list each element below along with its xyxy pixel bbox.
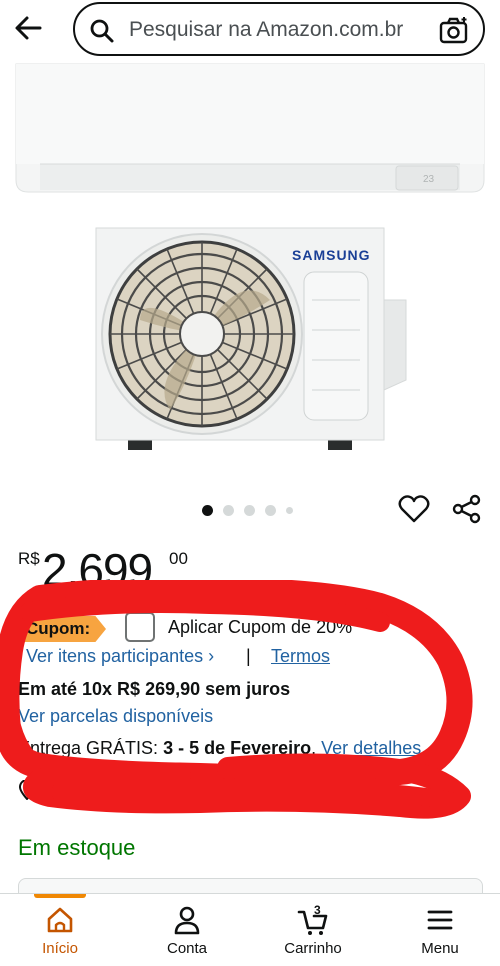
top-header: Pesquisar na Amazon.com.br: [0, 0, 500, 60]
carousel-dot[interactable]: [286, 506, 293, 514]
terms-link[interactable]: Termos: [271, 646, 330, 667]
nav-home[interactable]: Início: [10, 894, 110, 966]
person-icon: [174, 906, 200, 935]
brand-logo: SAMSUNG: [292, 247, 371, 263]
product-image[interactable]: 23 SAMSUNG: [0, 60, 500, 490]
outdoor-unit: SAMSUNG: [95, 227, 407, 450]
price-currency: R$: [18, 549, 40, 568]
search-icon: [90, 19, 114, 43]
carousel-dot[interactable]: [223, 504, 234, 516]
carousel-dot[interactable]: [202, 504, 213, 516]
cart-count-badge: 3: [314, 904, 321, 917]
delivery-location-text: Enviar para ... Rio de Janeiro: [46, 780, 280, 800]
installments-text: Em até 10x R$ 269,90 sem juros: [18, 679, 291, 699]
image-carousel-indicator: [202, 503, 293, 517]
nav-home-label: Início: [42, 940, 78, 957]
nav-menu-label: Menu: [421, 940, 459, 957]
home-icon: [47, 907, 73, 933]
location-pin-icon: [18, 780, 36, 800]
links-separator: |: [246, 646, 251, 666]
delivery-location[interactable]: Enviar para ... Rio de Janeiro: [18, 778, 498, 804]
indoor-display: 23: [423, 174, 435, 185]
coupon-row: Cupom: Aplicar Cupom de 20%: [18, 612, 488, 642]
price-whole: 2.699: [42, 544, 153, 596]
see-installments-link[interactable]: Ver parcelas disponíveis: [18, 706, 213, 727]
search-placeholder: Pesquisar na Amazon.com.br: [129, 18, 404, 41]
price-fraction: 00: [169, 549, 188, 568]
nav-menu[interactable]: Menu: [390, 894, 490, 966]
hamburger-icon: [427, 910, 453, 930]
bottom-navigation: Início Conta 3 Carrinho Menu: [0, 893, 500, 966]
apply-coupon-label[interactable]: Aplicar Cupom de 20%: [168, 617, 352, 638]
carousel-dot[interactable]: [244, 504, 255, 516]
delivery-info: Entrega GRÁTIS: 3 - 5 de Fevereiro. Ver …: [18, 738, 500, 762]
delivery-details-link[interactable]: Ver detalhes: [321, 738, 421, 758]
delivery-suffix: .: [311, 738, 322, 758]
share-icon[interactable]: [451, 493, 483, 525]
participating-items-link[interactable]: Ver itens participantes ›: [26, 646, 214, 667]
delivery-prefix: Entrega GRÁTIS:: [18, 738, 164, 758]
stock-status: Em estoque: [18, 835, 136, 860]
nav-account[interactable]: Conta: [137, 894, 237, 966]
camera-search-icon[interactable]: [439, 16, 469, 46]
delivery-dates: 3 - 5 de Fevereiro: [163, 738, 312, 758]
nav-cart[interactable]: 3 Carrinho: [263, 894, 363, 966]
coupon-links: Ver itens participantes › | Termos: [26, 646, 496, 670]
coupon-badge: Cupom:: [18, 616, 106, 642]
indoor-unit: 23: [15, 63, 485, 193]
heart-icon[interactable]: [397, 492, 431, 526]
cart-icon: 3: [297, 904, 328, 935]
back-arrow-icon[interactable]: [10, 8, 50, 48]
apply-coupon-checkbox[interactable]: [125, 612, 155, 642]
nav-account-label: Conta: [166, 940, 208, 957]
search-input[interactable]: Pesquisar na Amazon.com.br: [73, 2, 485, 56]
carousel-dot[interactable]: [265, 504, 276, 516]
nav-cart-label: Carrinho: [284, 940, 342, 957]
